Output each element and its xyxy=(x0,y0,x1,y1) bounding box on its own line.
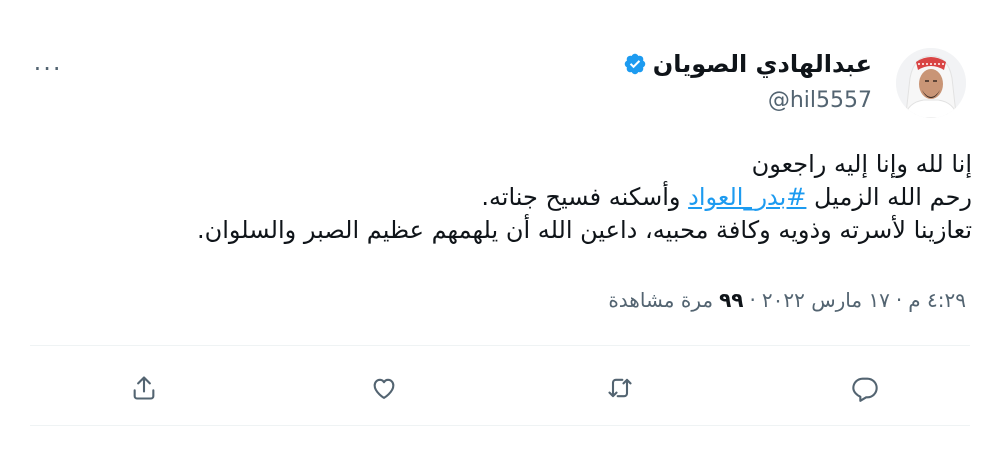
share-icon xyxy=(133,376,155,400)
user-handle[interactable]: @hil5557 xyxy=(623,88,872,113)
tweet-text-line-2: رحم الله الزميل #بدر_العواد وأسكنه فسيح … xyxy=(40,181,972,214)
reply-button[interactable] xyxy=(843,366,887,410)
tweet-text-line-3: تعازينا لأسرته وذويه وكافة محبيه، داعين … xyxy=(196,216,972,244)
verified-badge-icon xyxy=(623,52,647,76)
user-info: عبدالهادي الصويان @hil5557 xyxy=(623,50,872,113)
more-icon[interactable]: ··· xyxy=(28,54,68,84)
meta-separator: · xyxy=(895,288,903,312)
name-row: عبدالهادي الصويان xyxy=(623,50,872,78)
divider xyxy=(30,425,970,426)
tweet-card: عبدالهادي الصويان @hil5557 ··· إنا لله و… xyxy=(0,0,1000,459)
tweet-meta: ٤:٢٩ م · ١٧ مارس ٢٠٢٢ · ٩٩ مرة مشاهدة xyxy=(608,288,966,312)
avatar[interactable] xyxy=(896,48,966,118)
tweet-header: عبدالهادي الصويان @hil5557 ··· xyxy=(28,40,972,120)
like-button[interactable] xyxy=(362,366,406,410)
retweet-button[interactable] xyxy=(598,366,642,410)
tweet-date[interactable]: ١٧ مارس ٢٠٢٢ xyxy=(762,288,890,312)
views-label: مرة مشاهدة xyxy=(608,288,714,312)
tweet-time[interactable]: ٤:٢٩ م xyxy=(908,288,966,312)
meta-separator: · xyxy=(749,288,756,312)
avatar-image xyxy=(896,48,966,118)
heart-icon xyxy=(373,378,395,399)
display-name[interactable]: عبدالهادي الصويان xyxy=(653,50,872,78)
tweet-actions xyxy=(0,360,1000,416)
views-count: ٩٩ xyxy=(719,288,744,312)
retweet-icon xyxy=(608,378,632,398)
tweet-text-line-1: إنا لله وإنا إليه راجعون xyxy=(751,150,972,178)
tweet-text-line-2-end: وأسكنه فسيح جناته. xyxy=(481,183,689,211)
divider xyxy=(30,345,970,346)
share-button[interactable] xyxy=(122,366,166,410)
reply-icon xyxy=(852,377,878,402)
tweet-text: إنا لله وإنا إليه راجعون رحم الله الزميل… xyxy=(40,148,972,247)
tweet-text-line-2-start: رحم الله الزميل xyxy=(806,183,972,211)
hashtag-link[interactable]: #بدر_العواد xyxy=(688,183,806,211)
